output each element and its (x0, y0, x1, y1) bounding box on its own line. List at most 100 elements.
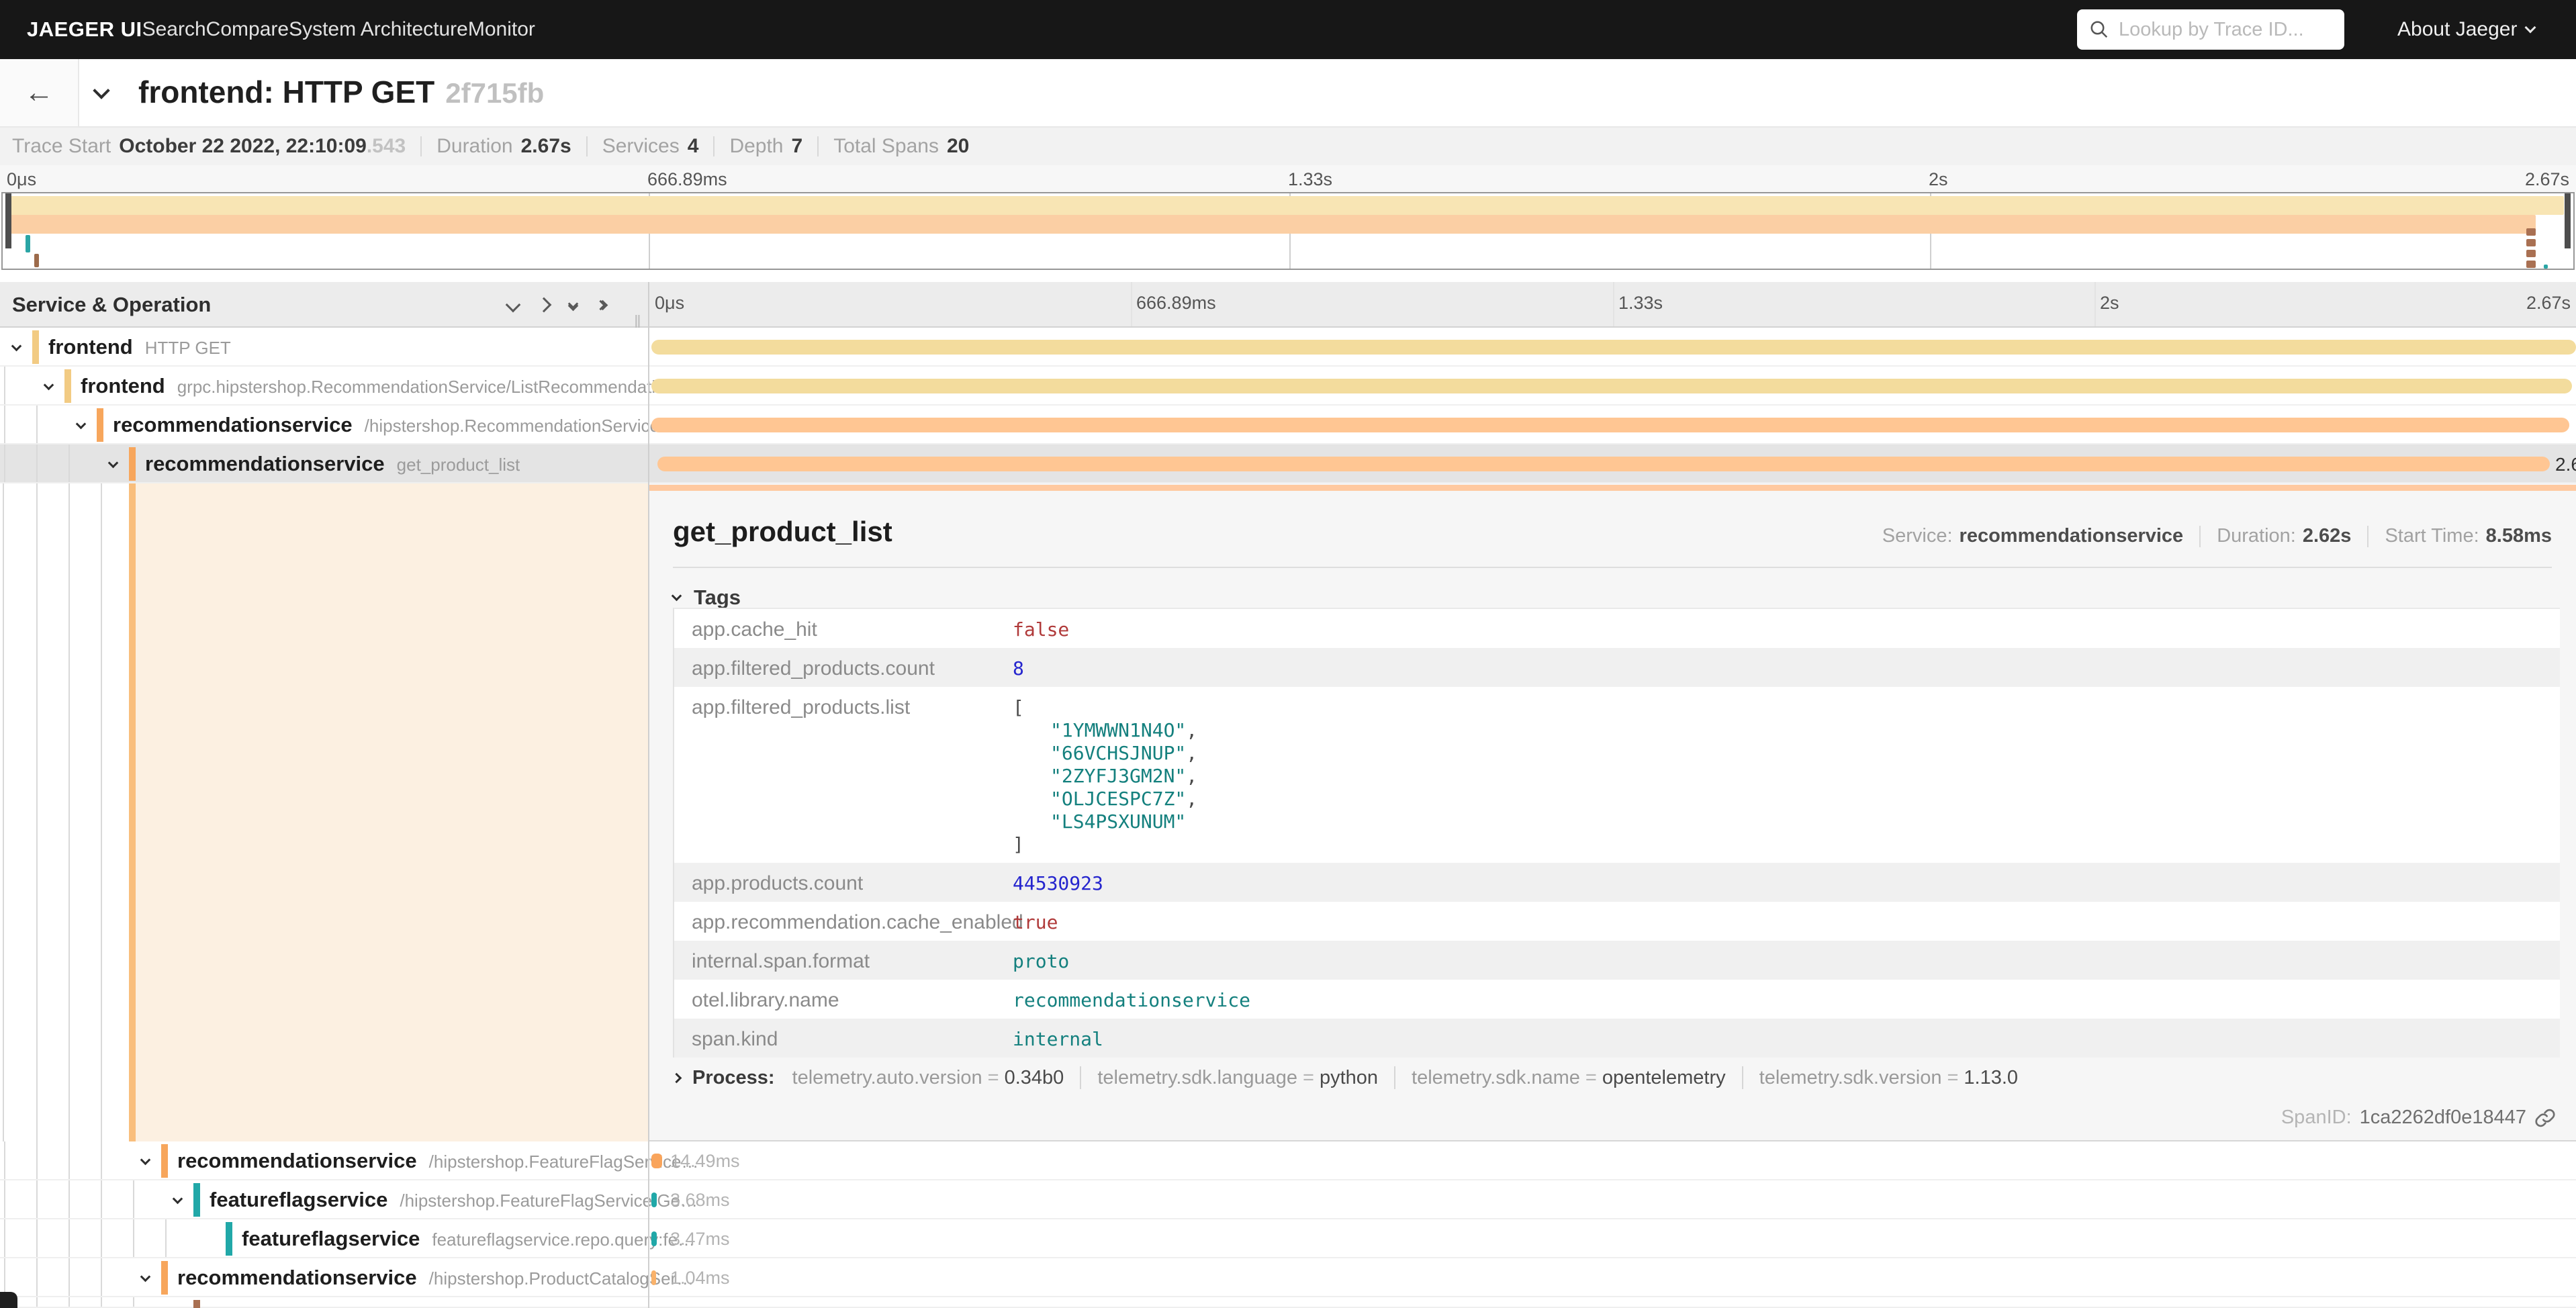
service-color-swatch (193, 1183, 200, 1217)
collapse-span-chevron-icon[interactable] (173, 1194, 183, 1205)
span-row[interactable]: recommendationservice/hipstershop.Recomm… (0, 406, 2576, 445)
tag-row[interactable]: span.kindinternal (674, 1019, 2560, 1058)
tag-key: app.products.count (692, 871, 1013, 895)
trace-minimap[interactable] (1, 192, 2575, 270)
collapse-all-icon[interactable] (508, 299, 518, 310)
service-name: frontendHTTP GET (48, 335, 231, 359)
collapse-span-chevron-icon[interactable] (11, 341, 22, 352)
nav-item-system-architecture[interactable]: System Architecture (289, 18, 468, 41)
tag-key: app.cache_hit (692, 617, 1013, 641)
operation-name: get_product_list (397, 455, 520, 475)
minimap-span-bar (5, 196, 2564, 215)
tag-key: internal.span.format (692, 949, 1013, 973)
collapse-span-chevron-icon[interactable] (108, 458, 119, 469)
service-name: recommendationservice/hipstershop.Featur… (177, 1149, 698, 1173)
tag-row[interactable]: app.filtered_products.count8 (674, 648, 2560, 687)
service-color-swatch (97, 408, 103, 442)
process-tag-value: python (1320, 1067, 1378, 1089)
tag-key: app.filtered_products.count (692, 656, 1013, 680)
collapse-span-chevron-icon[interactable] (140, 1272, 151, 1282)
minimap-span-tick (26, 235, 30, 252)
trace-id-search-box[interactable] (2077, 9, 2344, 50)
operation-name: HTTP GET (145, 338, 231, 358)
minimap-span-tick (2526, 239, 2536, 246)
tag-row[interactable]: app.cache_hitfalse (674, 609, 2560, 648)
span-duration-bar[interactable] (651, 1231, 657, 1246)
collapse-deep-icon[interactable] (569, 300, 577, 310)
collapse-trace-chevron-icon[interactable] (93, 82, 109, 99)
process-tag-value: opentelemetry (1602, 1067, 1726, 1089)
span-duration-bar[interactable] (651, 379, 2572, 393)
collapse-span-chevron-icon[interactable] (140, 1155, 151, 1166)
back-button[interactable]: ← (0, 59, 79, 126)
tag-row[interactable]: app.products.count44530923 (674, 863, 2560, 902)
minimap-left-drag-handle[interactable] (5, 193, 11, 248)
expand-one-icon[interactable] (539, 299, 549, 310)
chevron-down-icon (2525, 22, 2536, 34)
span-row[interactable]: featureflagservice/hipstershop.FeatureFl… (0, 1180, 2576, 1219)
span-duration-bar[interactable] (657, 457, 2550, 471)
span-row[interactable]: frontendgrpc.hipstershop.RecommendationS… (0, 367, 2576, 406)
service-name: recommendationservice/hipstershop.Produc… (177, 1266, 694, 1290)
tags-section-toggle[interactable]: Tags (673, 586, 741, 610)
chevron-right-icon (672, 1072, 682, 1083)
duration-label: Duration: (2217, 525, 2296, 547)
minimap-span-bar (5, 215, 2536, 234)
minimap-tick-label: 666.89ms (647, 169, 727, 190)
span-duration-bar[interactable] (651, 418, 2569, 432)
collapse-span-chevron-icon[interactable] (76, 419, 87, 430)
service-value: recommendationservice (1960, 525, 2184, 547)
span-row[interactable] (0, 1297, 2576, 1308)
about-jaeger-label: About Jaeger (2397, 18, 2517, 41)
span-duration-text: 1.04ms (670, 1268, 730, 1289)
scroll-helper-button[interactable] (0, 1292, 17, 1308)
span-row[interactable]: frontendHTTP GET (0, 328, 2576, 367)
span-row[interactable]: recommendationservice/hipstershop.Featur… (0, 1141, 2576, 1180)
nav-item-compare[interactable]: Compare (206, 18, 289, 41)
duration-value: 2.62s (2303, 525, 2352, 547)
span-rows-top: frontendHTTP GET frontendgrpc.hipstershop… (0, 328, 2576, 483)
app-logo[interactable]: JAEGER UI (27, 17, 142, 42)
total-spans-label: Total Spans (833, 135, 939, 158)
span-duration-text: 2.62s (2555, 454, 2576, 475)
chevron-down-icon (672, 590, 682, 601)
span-duration-bar[interactable] (651, 1270, 656, 1285)
span-id-row: SpanID: 1ca2262df0e18447 (2281, 1107, 2556, 1129)
tag-row[interactable]: otel.library.namerecommendationservice (674, 980, 2560, 1019)
trace-title-bar: ← frontend: HTTP GET2f715fb × ⌘ Trace Ti… (0, 59, 2576, 128)
span-id-value: 1ca2262df0e18447 (2360, 1107, 2526, 1129)
span-duration-bar[interactable] (651, 1193, 657, 1207)
service-color-swatch (226, 1222, 232, 1256)
nav-item-search[interactable]: Search (142, 18, 206, 41)
start-time-label: Start Time: (2385, 525, 2479, 547)
span-row[interactable]: recommendationserviceget_product_list2.6… (0, 445, 2576, 483)
expand-collapse-controls (508, 299, 606, 310)
tag-row[interactable]: app.filtered_products.list["1YMWWN1N4O",… (674, 687, 2560, 863)
about-jaeger-menu[interactable]: About Jaeger (2397, 0, 2534, 59)
column-divider[interactable] (648, 282, 649, 1308)
span-duration-bar[interactable] (651, 1154, 662, 1168)
trace-id-search-input[interactable] (2119, 19, 2332, 41)
process-row[interactable]: Process: telemetry.auto.version=0.34b0te… (673, 1066, 2018, 1089)
service-name: featureflagservicefeatureflagservice.rep… (242, 1227, 695, 1251)
trace-start-value: October 22 2022, 22:10:09 (119, 135, 367, 158)
process-tag-value: 0.34b0 (1005, 1067, 1064, 1089)
tag-key: otel.library.name (692, 988, 1013, 1012)
minimap-span-tick (2526, 250, 2536, 257)
nav-item-monitor[interactable]: Monitor (468, 18, 535, 41)
expand-all-icon[interactable] (597, 301, 606, 309)
tag-row[interactable]: internal.span.formatproto (674, 941, 2560, 980)
collapse-span-chevron-icon[interactable] (44, 380, 54, 391)
trace-start-label: Trace Start (12, 135, 111, 158)
span-row[interactable]: recommendationservice/hipstershop.Produc… (0, 1258, 2576, 1297)
minimap-tick-labels: 0μs666.89ms1.33s2s2.67s (0, 165, 2576, 192)
trace-id-short: 2f715fb (445, 77, 544, 109)
link-icon[interactable] (2534, 1107, 2556, 1129)
minimap-right-drag-handle[interactable] (2565, 193, 2571, 248)
span-duration-bar[interactable] (651, 340, 2576, 355)
total-spans-value: 20 (947, 135, 969, 158)
span-row[interactable]: featureflagservicefeatureflagservice.rep… (0, 1219, 2576, 1258)
span-bar-accent (649, 485, 2576, 491)
tag-row[interactable]: app.recommendation.cache_enabledtrue (674, 902, 2560, 941)
span-detail-title: get_product_list (673, 516, 892, 548)
